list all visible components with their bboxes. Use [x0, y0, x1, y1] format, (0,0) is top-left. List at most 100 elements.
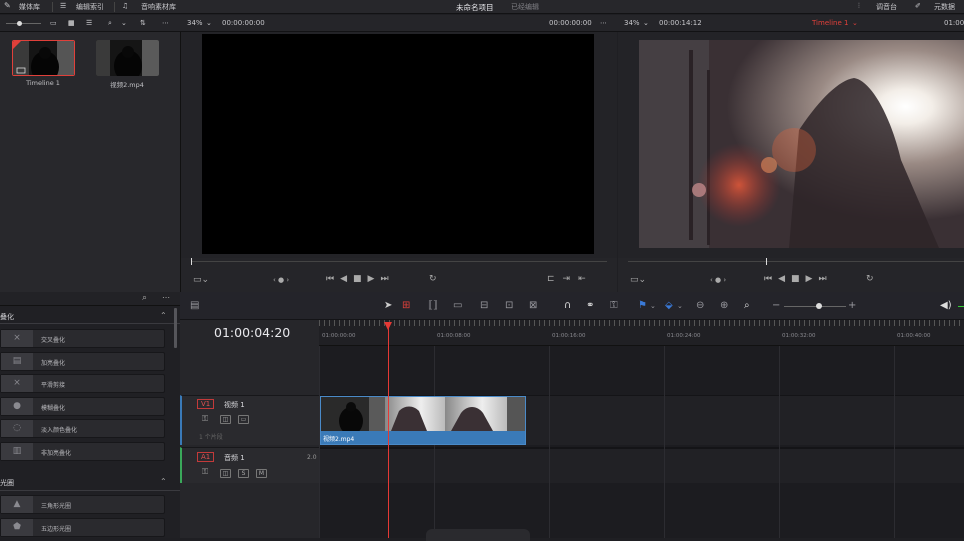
- playhead-handle[interactable]: [384, 322, 392, 330]
- timeline-zoom[interactable]: 34%: [624, 19, 640, 27]
- audio-track-header[interactable]: A1 音频 1 2.0 ⚿ ◫ S M: [180, 447, 319, 483]
- auto-select-icon[interactable]: ◫: [220, 415, 231, 424]
- mute-button[interactable]: M: [256, 469, 267, 478]
- chevron-down-icon[interactable]: ⌄: [206, 19, 212, 27]
- zoom-out-icon[interactable]: −: [772, 301, 780, 311]
- video-track-name[interactable]: 视频 1: [224, 400, 245, 410]
- marker-icon[interactable]: ⬙: [665, 301, 673, 311]
- video-track-header[interactable]: V1 视频 1 ⚿ ◫ ▭ 1 个片段: [180, 395, 319, 445]
- timeline-view-options-icon[interactable]: ▤: [190, 301, 199, 311]
- flag-icon[interactable]: ⚑: [638, 301, 647, 311]
- effect-item[interactable]: ▤ 加亮叠化: [0, 351, 165, 371]
- section-dissolve[interactable]: 叠化: [0, 312, 14, 322]
- timeline-viewer-playhead[interactable]: [766, 258, 767, 265]
- sound-library-tab[interactable]: 音响素材库: [141, 2, 176, 12]
- metadata-tab[interactable]: 元数据: [934, 2, 955, 12]
- zoom-slider[interactable]: [784, 306, 846, 307]
- effect-item[interactable]: ⨯ 平滑剪接: [0, 374, 165, 393]
- effect-item[interactable]: ● 模糊叠化: [0, 396, 165, 416]
- current-timecode[interactable]: 01:00:04:20: [214, 325, 290, 340]
- source-scrubber[interactable]: [191, 261, 607, 262]
- effect-item[interactable]: ▥ 非加亮叠化: [0, 441, 165, 461]
- effect-item[interactable]: ⬟ 五边形光圈: [0, 517, 165, 537]
- media-clip-timeline-1[interactable]: [12, 40, 75, 76]
- sort-icon[interactable]: ⇅: [140, 19, 146, 27]
- zoom-detail-icon[interactable]: ⊕: [720, 301, 728, 311]
- chevron-down-icon[interactable]: ⌄: [650, 301, 656, 311]
- list-view-icon[interactable]: ☰: [86, 19, 92, 27]
- zoom-in-icon[interactable]: +: [848, 301, 856, 311]
- thumbnail-size-slider[interactable]: [6, 23, 41, 24]
- lock-icon[interactable]: ⚿: [202, 414, 208, 424]
- media-clip-video2[interactable]: [96, 40, 159, 76]
- selection-tool-icon[interactable]: ➤: [384, 301, 392, 311]
- chevron-down-icon[interactable]: ⌄: [677, 301, 683, 311]
- replace-clip-icon[interactable]: ⊠: [529, 301, 537, 311]
- viewer-size-icon[interactable]: ▭⌄: [630, 275, 646, 285]
- track-visibility-icon[interactable]: ▭: [238, 415, 249, 424]
- trim-tool-icon[interactable]: ⊞: [402, 301, 410, 311]
- timeline-viewer[interactable]: [639, 40, 964, 248]
- chevron-up-icon[interactable]: ⌃: [160, 311, 167, 320]
- transport-controls-icon[interactable]: ⏮◀■▶⏭: [764, 274, 833, 284]
- edit-index-icon[interactable]: ☰: [60, 2, 66, 10]
- jog-icon[interactable]: ‹ ● ›: [273, 276, 289, 284]
- mixer-icon[interactable]: ⫶: [858, 2, 860, 11]
- more-options-icon[interactable]: ⋯: [600, 19, 607, 27]
- chevron-down-icon[interactable]: ⌄: [121, 19, 127, 27]
- snapping-icon[interactable]: ∩: [564, 301, 571, 311]
- audio-track-lane[interactable]: [319, 447, 964, 483]
- page-navigation-bar[interactable]: [426, 529, 530, 541]
- source-playhead[interactable]: [191, 258, 192, 265]
- audio-track-badge[interactable]: A1: [197, 452, 215, 462]
- zoom-custom-icon[interactable]: ⌕: [744, 301, 750, 311]
- metadata-view-icon[interactable]: ▭: [50, 19, 57, 27]
- timeline-scrubber[interactable]: [628, 261, 964, 262]
- mark-in-out-icon[interactable]: ⊏⇥⇤: [547, 274, 594, 284]
- audio-level[interactable]: [958, 306, 964, 307]
- effect-item[interactable]: ▲ 三角形光圈: [0, 495, 165, 514]
- mixer-tab[interactable]: 调音台: [876, 2, 897, 12]
- more-options-icon[interactable]: ⋯: [162, 293, 170, 302]
- source-zoom[interactable]: 34%: [187, 19, 203, 27]
- timeline-name[interactable]: Timeline 1: [812, 19, 848, 27]
- overwrite-clip-icon[interactable]: ⊡: [505, 301, 513, 311]
- section-iris[interactable]: 光圈: [0, 478, 14, 488]
- insert-clip-icon[interactable]: ⊟: [480, 301, 488, 311]
- zoom-slider-handle[interactable]: [816, 303, 822, 309]
- chevron-up-icon[interactable]: ⌃: [160, 477, 167, 486]
- sound-library-icon[interactable]: ♫: [122, 2, 128, 10]
- timeline-clip[interactable]: 视频2.mp4: [320, 396, 526, 445]
- transport-controls-icon[interactable]: ⏮◀■▶⏭: [326, 274, 395, 284]
- search-icon[interactable]: ⌕: [108, 19, 112, 28]
- media-pool-tab[interactable]: 媒体库: [19, 2, 40, 12]
- viewer-size-icon[interactable]: ▭⌄: [193, 275, 209, 285]
- chevron-down-icon[interactable]: ⌄: [852, 19, 858, 27]
- link-icon[interactable]: ⚭: [586, 301, 594, 311]
- effect-item[interactable]: ◌ 淡入颜色叠化: [0, 419, 165, 438]
- effect-item[interactable]: ⨯ 交叉叠化: [0, 329, 165, 348]
- edit-index-tab[interactable]: 编辑索引: [76, 2, 104, 12]
- video-track-badge[interactable]: V1: [197, 399, 215, 409]
- slider-handle[interactable]: [17, 21, 22, 26]
- dynamic-trim-icon[interactable]: ⟦⟧: [428, 301, 438, 311]
- lock-icon[interactable]: ⚿: [610, 301, 618, 311]
- playhead[interactable]: [388, 322, 389, 538]
- timeline-ruler[interactable]: 01:00:00:00 01:00:08:00 01:00:16:00 01:00:2…: [319, 320, 964, 346]
- chevron-down-icon[interactable]: ⌄: [643, 19, 649, 27]
- jog-icon[interactable]: ‹ ● ›: [710, 276, 726, 284]
- more-options-icon[interactable]: ⋯: [162, 19, 169, 27]
- source-viewer[interactable]: [202, 34, 594, 254]
- metadata-icon[interactable]: ✐: [915, 2, 921, 10]
- audio-track-name[interactable]: 音频 1: [224, 453, 245, 463]
- search-icon[interactable]: ⌕: [142, 293, 147, 303]
- loop-icon[interactable]: ↻: [866, 274, 874, 284]
- lock-icon[interactable]: ⚿: [202, 467, 208, 477]
- media-pool-icon[interactable]: ✎: [4, 1, 11, 10]
- scrollbar[interactable]: [174, 308, 177, 348]
- zoom-full-icon[interactable]: ⊖: [696, 301, 704, 311]
- volume-icon[interactable]: ◀): [940, 301, 952, 311]
- loop-icon[interactable]: ↻: [429, 274, 437, 284]
- auto-select-icon[interactable]: ◫: [220, 469, 231, 478]
- thumbnail-view-icon[interactable]: ▦: [68, 19, 75, 27]
